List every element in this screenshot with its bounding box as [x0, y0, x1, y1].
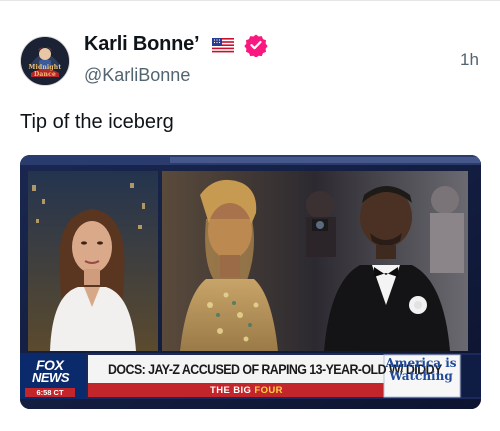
tweet-text: Tip of the iceberg — [20, 111, 174, 133]
verified-badge-icon — [244, 34, 268, 57]
promo-text: America is Watching — [384, 357, 458, 393]
broadcast-clock: 6:58 CT — [25, 388, 75, 397]
us-flag-icon — [212, 38, 234, 53]
avatar-text: Midnight Dance — [28, 64, 62, 78]
author-avatar[interactable]: Midnight Dance — [20, 36, 70, 86]
author-handle[interactable]: @KarliBonne — [84, 65, 190, 86]
show-name-part2: FOUR — [254, 385, 283, 396]
author-name[interactable]: Karli Bonne’ — [84, 33, 200, 56]
timestamp[interactable]: 1h — [460, 50, 479, 70]
fox-logo-line2: NEWS — [32, 370, 70, 385]
promo-line2: Watching — [389, 369, 453, 383]
show-name-part1: THE BIG — [210, 385, 252, 396]
tweet-media-image[interactable]: FOX NEWS 6:58 CT DOCS: JAY-Z ACCUSED OF … — [20, 155, 481, 409]
top-divider — [0, 0, 500, 1]
show-name: THE BIG FOUR — [210, 385, 283, 396]
chyron-headline: DOCS: JAY-Z ACCUSED OF RAPING 13-YEAR-OL… — [108, 362, 442, 377]
